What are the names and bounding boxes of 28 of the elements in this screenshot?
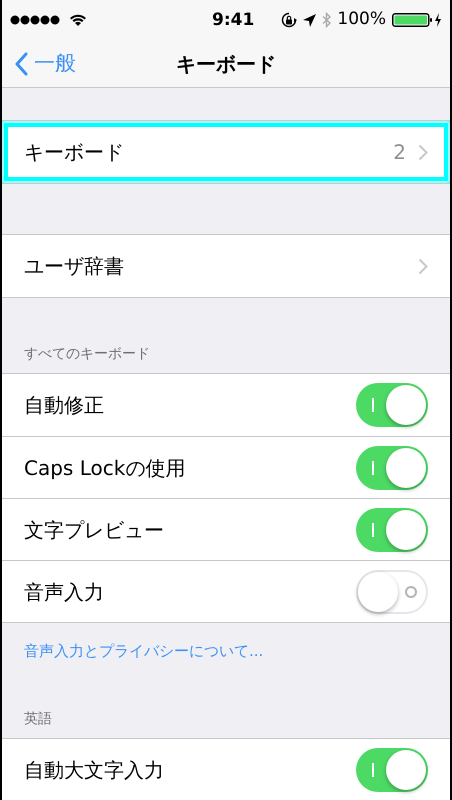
row-label: 自動修正	[24, 392, 104, 419]
row-label: キーボード	[24, 139, 124, 166]
bluetooth-icon	[322, 12, 332, 28]
back-chevron-icon	[14, 52, 28, 76]
row-label: ユーザ辞書	[24, 253, 124, 280]
row-label: Caps Lockの使用	[24, 454, 186, 482]
row-value: 2	[393, 139, 406, 166]
settings-row[interactable]: ユーザ辞書	[2, 235, 450, 297]
section-header: すべてのキーボード	[24, 345, 150, 364]
row-label: 自動大文字入力	[24, 757, 164, 784]
toggle-switch[interactable]	[356, 383, 428, 427]
chevron-icon	[418, 258, 428, 274]
wifi-icon	[69, 13, 87, 27]
nav-title: キーボード	[176, 50, 276, 78]
section-header: 英語	[24, 710, 52, 729]
row-label: 文字プレビュー	[24, 516, 164, 544]
battery-percent: 100%	[337, 8, 386, 32]
row-label: 音声入力	[24, 578, 104, 606]
rotation-lock-icon	[281, 12, 298, 28]
settings-row[interactable]: キーボード 2	[2, 121, 450, 183]
toggle-switch[interactable]	[356, 570, 428, 614]
toggle-switch[interactable]	[356, 446, 428, 490]
status-time: 9:41	[212, 9, 254, 32]
toggle-switch[interactable]	[356, 508, 428, 552]
toggle-switch[interactable]	[356, 748, 428, 792]
battery-charging-icon	[392, 12, 442, 28]
location-icon	[303, 14, 316, 26]
chevron-icon	[418, 144, 428, 160]
